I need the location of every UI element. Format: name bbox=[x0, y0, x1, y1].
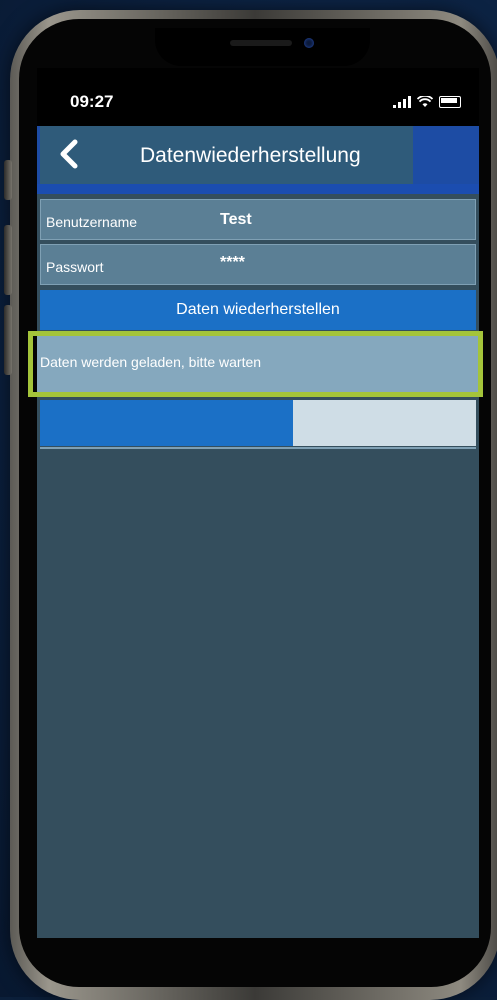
mute-switch bbox=[4, 160, 12, 200]
username-label: Benutzername bbox=[46, 214, 138, 230]
signal-icon bbox=[393, 96, 411, 108]
status-time: 09:27 bbox=[70, 92, 114, 111]
header-divider bbox=[37, 184, 479, 194]
header-bar: Datenwiederherstellung bbox=[40, 126, 413, 184]
restore-data-button[interactable]: Daten wiederherstellen bbox=[40, 290, 476, 330]
wifi-icon bbox=[417, 96, 433, 107]
battery-icon bbox=[439, 96, 461, 108]
app-screen: 09:27 Datenwiederherstellung Benutzernam… bbox=[37, 68, 479, 938]
progress-fill bbox=[40, 400, 293, 446]
back-button[interactable] bbox=[56, 138, 90, 172]
volume-up-button bbox=[4, 225, 12, 295]
password-label: Passwort bbox=[46, 259, 104, 275]
volume-down-button bbox=[4, 305, 12, 375]
username-row[interactable]: Benutzername Test bbox=[40, 199, 476, 240]
speaker-grille bbox=[230, 40, 292, 46]
app-header: Datenwiederherstellung bbox=[37, 126, 479, 184]
status-bar: 09:27 bbox=[37, 68, 479, 126]
highlight-frame bbox=[28, 331, 483, 397]
divider bbox=[40, 447, 476, 449]
page-title: Datenwiederherstellung bbox=[140, 144, 361, 167]
status-icons bbox=[393, 94, 461, 108]
progress-bar bbox=[40, 400, 476, 446]
phone-notch bbox=[155, 28, 370, 66]
password-row[interactable]: Passwort **** bbox=[40, 244, 476, 285]
password-field[interactable]: **** bbox=[220, 254, 245, 272]
front-camera bbox=[304, 38, 314, 48]
chevron-left-icon bbox=[60, 139, 78, 169]
username-field[interactable]: Test bbox=[220, 211, 252, 229]
